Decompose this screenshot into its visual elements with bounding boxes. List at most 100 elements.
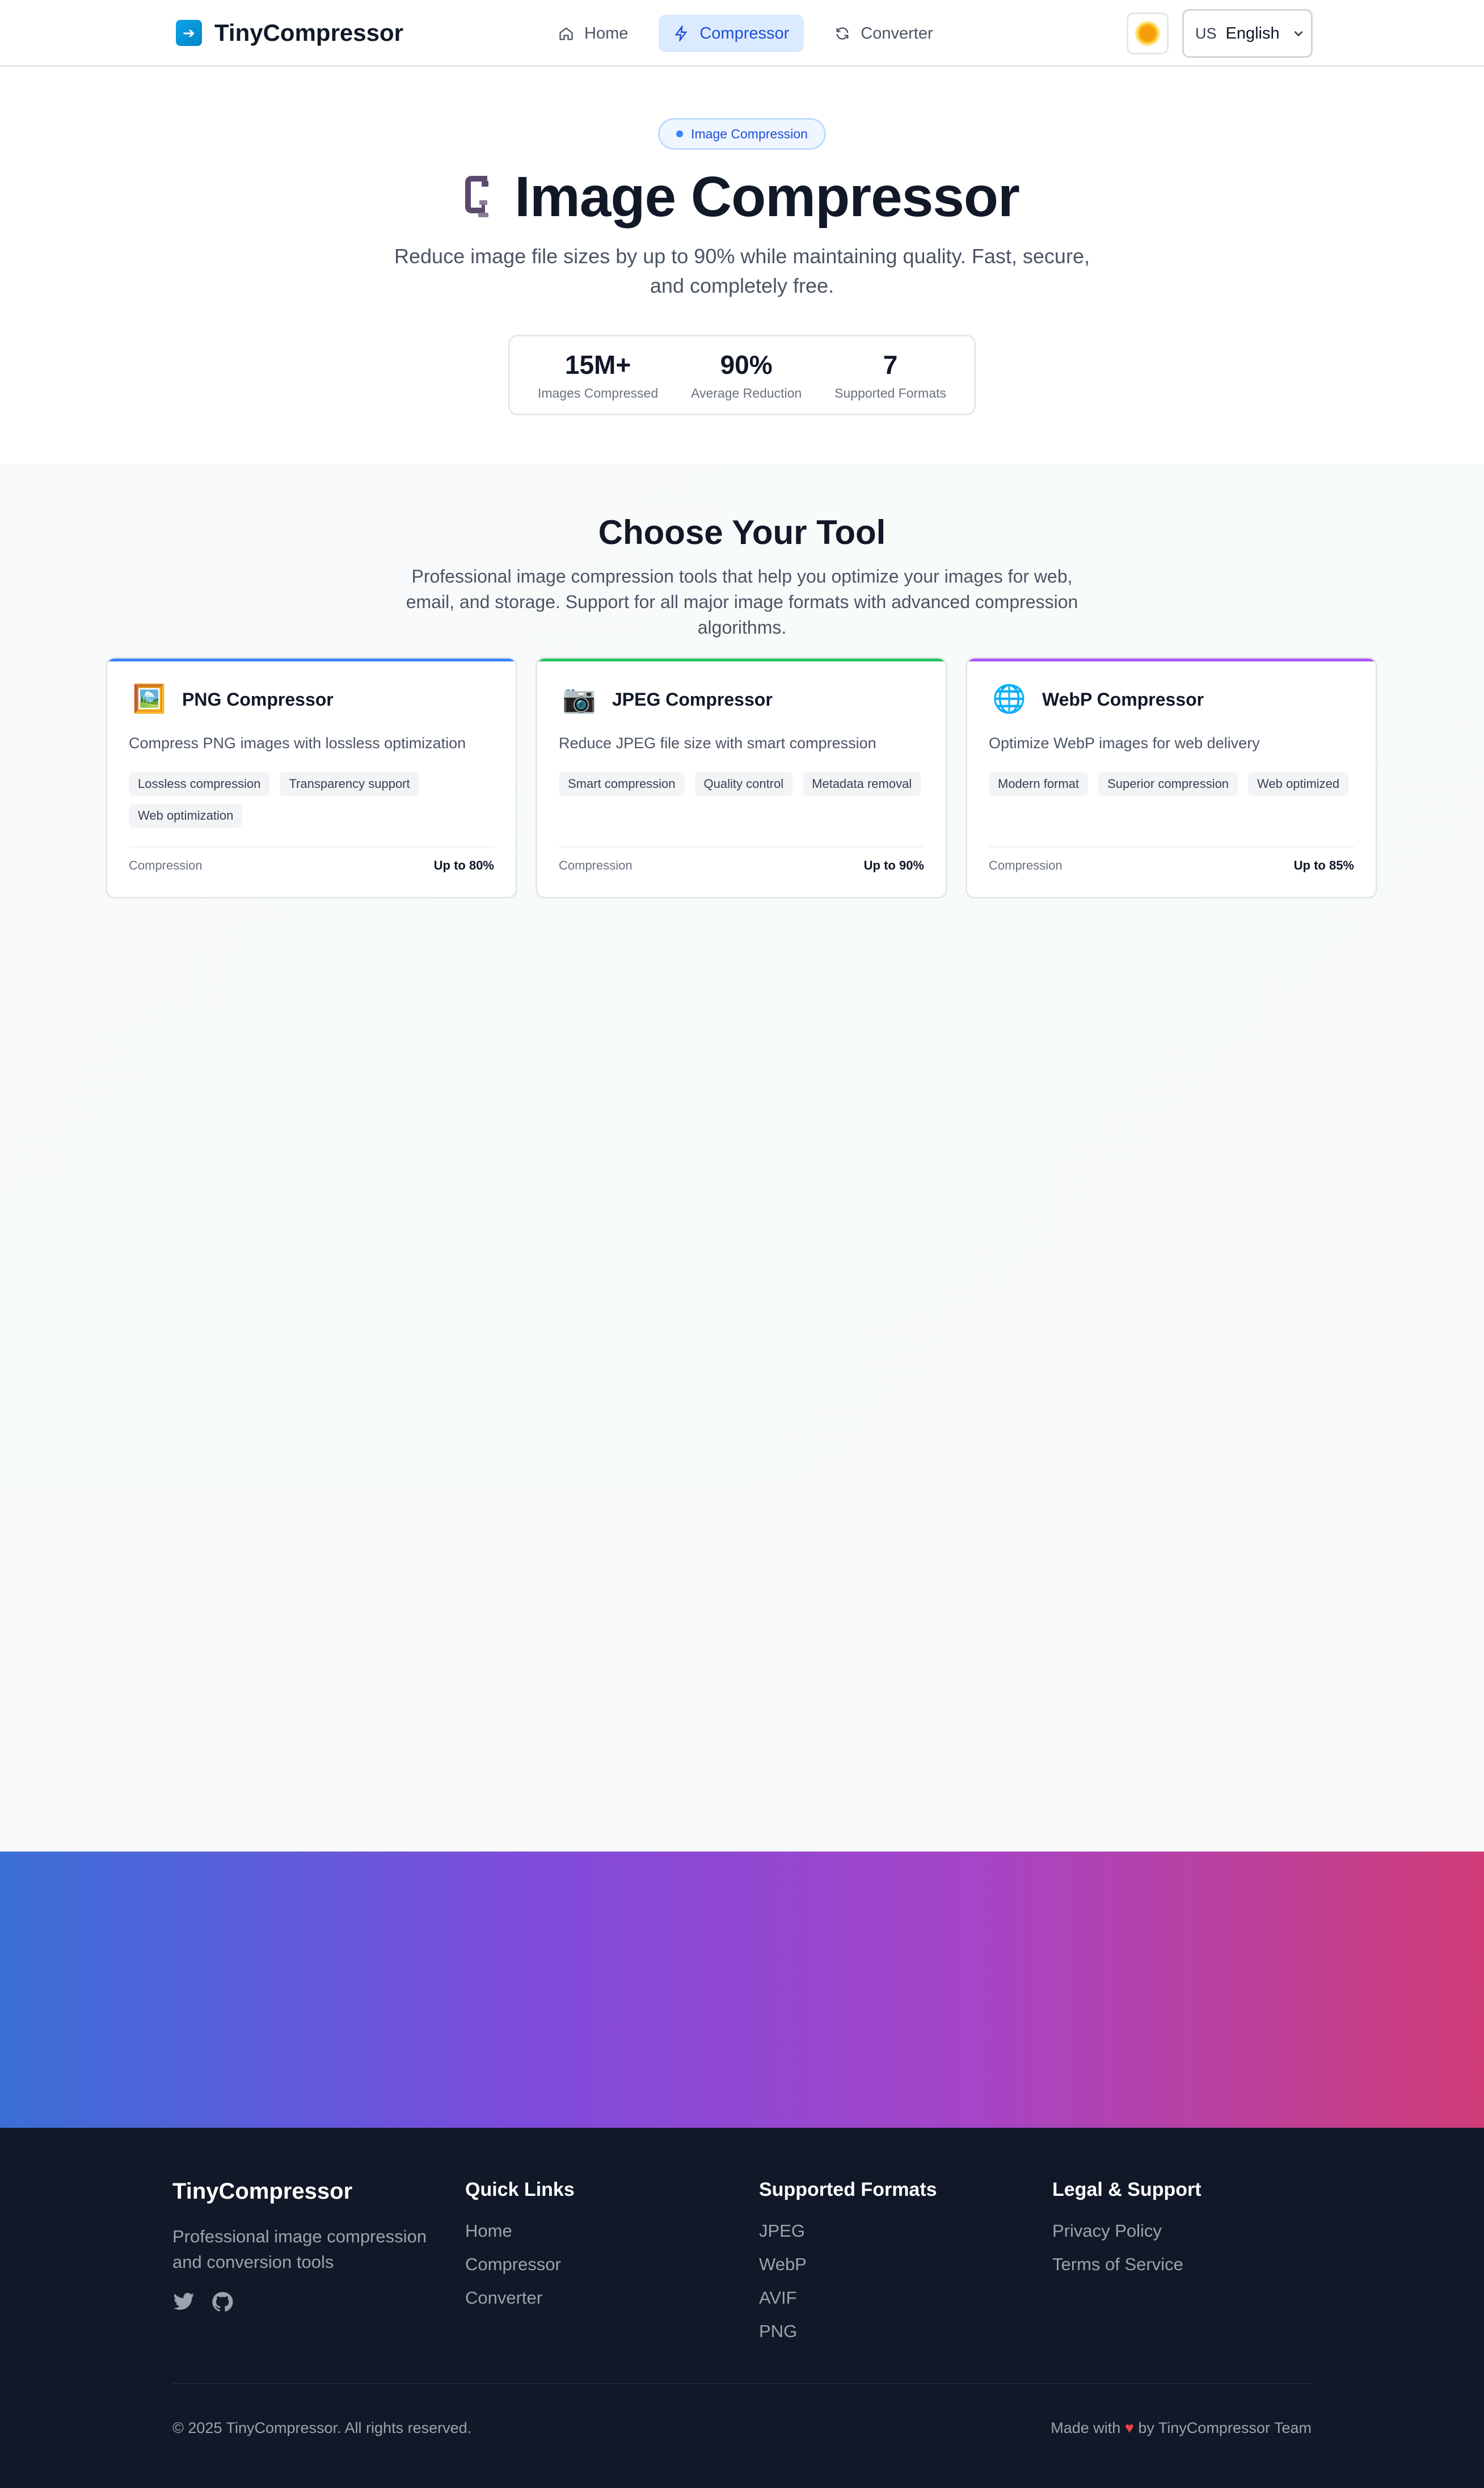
- feature-tag: Transparency support: [280, 772, 419, 796]
- site-footer: TinyCompressor Professional image compre…: [0, 2128, 1484, 2488]
- footer-link-list: JPEG WebP AVIF PNG: [759, 2218, 937, 2352]
- brand-name: TinyCompressor: [214, 19, 403, 46]
- main-nav: Home Compressor Converter: [543, 15, 948, 52]
- footer-heading: Legal & Support: [1052, 2179, 1201, 2200]
- stat-supported-formats: 7 Supported Formats: [834, 349, 946, 401]
- compression-label: Compression: [989, 858, 1063, 872]
- footer-link-avif[interactable]: AVIF: [759, 2285, 937, 2318]
- logo-icon: ➔: [176, 20, 202, 46]
- language-label: English: [1225, 24, 1280, 43]
- github-icon[interactable]: [211, 2291, 234, 2313]
- refresh-icon: [834, 26, 850, 41]
- footer-link-webp[interactable]: WebP: [759, 2251, 937, 2285]
- card-footer: Compression Up to 85%: [989, 846, 1354, 883]
- us-flag-icon: US: [1195, 24, 1217, 42]
- nav-home[interactable]: Home: [543, 15, 643, 52]
- stat-value: 90%: [720, 349, 773, 379]
- top-navbar: ➔ TinyCompressor Home Compressor Convert…: [0, 0, 1484, 67]
- tools-title: Choose Your Tool: [598, 513, 886, 551]
- png-compressor-card[interactable]: 🖼️ PNG Compressor Compress PNG images wi…: [106, 657, 517, 899]
- badge-dot-icon: [676, 130, 684, 137]
- nav-converter[interactable]: Converter: [820, 15, 947, 52]
- globe-icon: 🌐: [992, 684, 1026, 714]
- tools-section: Choose Your Tool Professional image comp…: [0, 464, 1484, 1488]
- camera-icon: 📷: [562, 684, 596, 714]
- nav-converter-label: Converter: [861, 24, 933, 43]
- stat-label: Supported Formats: [834, 385, 947, 400]
- feature-tag: Web optimization: [129, 804, 243, 828]
- twitter-icon[interactable]: [172, 2291, 195, 2313]
- feature-tag: Superior compression: [1098, 772, 1238, 796]
- footer-link-jpeg[interactable]: JPEG: [759, 2218, 937, 2251]
- heart-icon: ♥: [1124, 2419, 1134, 2436]
- feature-tag: Modern format: [989, 772, 1089, 796]
- compression-value: Up to 80%: [433, 858, 494, 872]
- content-area: [0, 1488, 1484, 1852]
- footer-link-terms[interactable]: Terms of Service: [1052, 2251, 1201, 2285]
- copyright-text: © 2025 TinyCompressor. All rights reserv…: [172, 2419, 472, 2436]
- hero-badge-label: Image Compression: [691, 126, 808, 141]
- feature-tag: Smart compression: [559, 772, 685, 796]
- footer-brand: TinyCompressor: [172, 2179, 353, 2204]
- footer-link-compressor[interactable]: Compressor: [465, 2251, 575, 2285]
- picture-icon: 🖼️: [132, 684, 166, 714]
- feature-tags: Lossless compression Transparency suppor…: [129, 772, 503, 828]
- card-description: Compress PNG images with lossless optimi…: [129, 735, 466, 752]
- hero-badge: Image Compression: [658, 118, 826, 150]
- feature-tag: Quality control: [694, 772, 793, 796]
- card-description: Reduce JPEG file size with smart compres…: [559, 735, 876, 752]
- compression-value: Up to 85%: [1293, 858, 1354, 872]
- stat-label: Average Reduction: [691, 385, 802, 400]
- page-title: Image Compressor: [0, 165, 1484, 230]
- stat-value: 7: [883, 349, 898, 379]
- made-with-text: Made with ♥ by TinyCompressor Team: [1051, 2419, 1312, 2437]
- made-prefix: Made with: [1051, 2419, 1121, 2436]
- social-links: [172, 2291, 439, 2313]
- nav-home-label: Home: [584, 24, 629, 43]
- sun-icon: [1137, 23, 1158, 44]
- footer-formats: Supported Formats JPEG WebP AVIF PNG: [759, 2179, 937, 2352]
- footer-description: Professional image compression and conve…: [172, 2226, 427, 2272]
- webp-compressor-card[interactable]: 🌐 WebP Compressor Optimize WebP images f…: [966, 657, 1377, 899]
- card-footer: Compression Up to 90%: [559, 846, 924, 883]
- card-title: JPEG Compressor: [612, 689, 773, 710]
- card-title: WebP Compressor: [1042, 689, 1204, 710]
- feature-tags: Smart compression Quality control Metada…: [559, 772, 933, 796]
- card-accent-bar: [107, 659, 516, 661]
- brand-logo[interactable]: ➔ TinyCompressor: [176, 19, 403, 47]
- footer-link-converter[interactable]: Converter: [465, 2285, 575, 2318]
- home-icon: [558, 26, 574, 41]
- made-suffix: by TinyCompressor Team: [1138, 2419, 1312, 2436]
- stat-average-reduction: 90% Average Reduction: [691, 349, 802, 401]
- theme-toggle-button[interactable]: [1127, 12, 1169, 54]
- card-description: Optimize WebP images for web delivery: [989, 735, 1260, 752]
- footer-link-list: Privacy Policy Terms of Service: [1052, 2218, 1201, 2285]
- chevron-down-icon: [1291, 26, 1306, 41]
- feature-tag: Metadata removal: [803, 772, 921, 796]
- footer-link-png[interactable]: PNG: [759, 2318, 937, 2352]
- jpeg-compressor-card[interactable]: 📷 JPEG Compressor Reduce JPEG file size …: [536, 657, 947, 899]
- tools-subtitle: Professional image compression tools tha…: [406, 566, 1078, 638]
- stat-label: Images Compressed: [537, 385, 659, 400]
- feature-tags: Modern format Superior compression Web o…: [989, 772, 1363, 796]
- stat-images-compressed: 15M+ Images Compressed: [538, 349, 658, 401]
- footer-link-home[interactable]: Home: [465, 2218, 575, 2251]
- feature-tag: Lossless compression: [129, 772, 270, 796]
- card-footer: Compression Up to 80%: [129, 846, 494, 883]
- nav-compressor-label: Compressor: [699, 24, 790, 43]
- stats-panel: 15M+ Images Compressed 90% Average Reduc…: [508, 335, 976, 415]
- compression-label: Compression: [559, 858, 633, 872]
- footer-divider: [172, 2383, 1312, 2384]
- language-select[interactable]: US English: [1182, 9, 1313, 58]
- footer-brand-column: TinyCompressor Professional image compre…: [172, 2179, 439, 2313]
- footer-link-privacy[interactable]: Privacy Policy: [1052, 2218, 1201, 2251]
- stat-value: 15M+: [564, 349, 631, 379]
- nav-compressor[interactable]: Compressor: [659, 15, 804, 52]
- hero-subtitle: Reduce image file sizes by up to 90% whi…: [394, 244, 1090, 297]
- footer-heading: Quick Links: [465, 2179, 575, 2200]
- card-header: 🌐 WebP Compressor: [992, 684, 1204, 715]
- card-header: 🖼️ PNG Compressor: [132, 684, 334, 715]
- footer-quick-links: Quick Links Home Compressor Converter: [465, 2179, 575, 2318]
- card-accent-bar: [537, 659, 946, 661]
- hero-title-text: Image Compressor: [515, 165, 1020, 229]
